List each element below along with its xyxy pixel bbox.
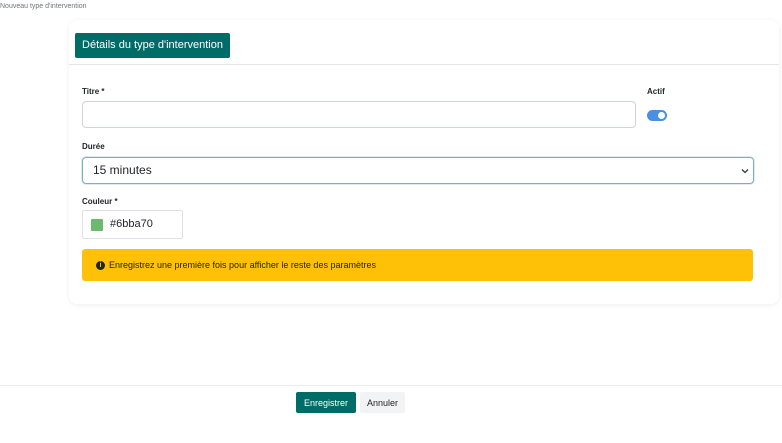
active-toggle[interactable]	[647, 110, 667, 121]
toggle-knob	[658, 112, 665, 119]
breadcrumb: Nouveau type d'intervention	[0, 3, 87, 10]
tab-details[interactable]: Détails du type d'intervention	[75, 33, 230, 58]
duration-value: 15 minutes	[93, 163, 152, 177]
info-alert: i Enregistrez une première fois pour aff…	[82, 249, 753, 281]
color-value: #6bba70	[110, 218, 153, 230]
info-icon: i	[96, 261, 105, 270]
duration-label: Durée	[82, 142, 105, 151]
duration-select[interactable]: 15 minutes	[82, 157, 754, 184]
footer-bar: Enregistrer Annuler	[0, 385, 782, 443]
title-input[interactable]	[82, 101, 636, 128]
color-swatch	[91, 219, 103, 231]
card-divider	[69, 64, 779, 65]
active-label: Actif	[647, 87, 665, 96]
save-button[interactable]: Enregistrer	[296, 392, 356, 413]
title-label: Titre *	[82, 87, 105, 96]
color-picker[interactable]: #6bba70	[82, 210, 183, 239]
cancel-button[interactable]: Annuler	[360, 392, 405, 413]
color-label: Couleur *	[82, 197, 118, 206]
chevron-down-icon	[741, 169, 749, 174]
form-card: Détails du type d'intervention Titre * A…	[69, 20, 779, 304]
alert-text: Enregistrez une première fois pour affic…	[109, 260, 376, 270]
